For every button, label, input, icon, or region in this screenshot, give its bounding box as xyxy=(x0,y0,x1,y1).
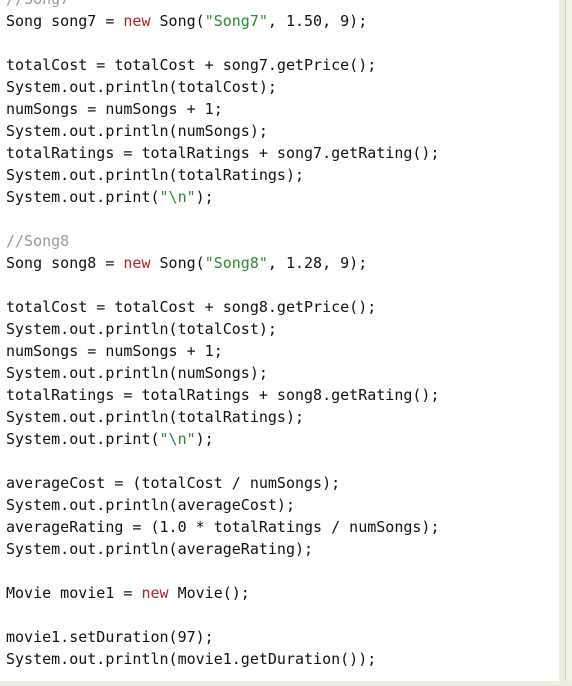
code-token: System.out.println(totalRatings); xyxy=(6,166,305,184)
code-token: System.out.print( xyxy=(6,188,160,206)
code-token: ); xyxy=(195,188,214,206)
code-token: System.out.println(totalRatings); xyxy=(6,408,305,426)
code-token: Song song7 = xyxy=(6,12,124,30)
code-line[interactable]: numSongs = numSongs + 1; xyxy=(6,340,439,362)
horizontal-scrollbar[interactable] xyxy=(0,681,572,686)
code-area[interactable]: //Song7Song song7 = new Song("Song7", 1.… xyxy=(6,0,439,670)
code-token: ); xyxy=(195,430,214,448)
code-line[interactable]: //Song7 xyxy=(6,0,439,10)
code-token: totalCost = totalCost + song8.getPrice()… xyxy=(6,298,377,316)
code-line[interactable]: numSongs = numSongs + 1; xyxy=(6,98,439,120)
code-line[interactable]: System.out.println(totalRatings); xyxy=(6,164,439,186)
comment-token: //Song8 xyxy=(6,232,70,250)
code-line[interactable]: System.out.println(numSongs); xyxy=(6,362,439,384)
code-line[interactable]: totalRatings = totalRatings + song7.getR… xyxy=(6,142,439,164)
code-line[interactable]: System.out.println(totalRatings); xyxy=(6,406,439,428)
code-line[interactable]: ​ xyxy=(6,32,439,54)
code-token: System.out.println(averageCost); xyxy=(6,496,295,514)
code-editor[interactable]: //Song7Song song7 = new Song("Song7", 1.… xyxy=(0,0,566,682)
comment-token: //Song7 xyxy=(6,0,69,8)
code-token: , 1.50, 9); xyxy=(267,12,368,30)
code-token: Song( xyxy=(150,12,205,30)
code-token: totalRatings = totalRatings + song7.getR… xyxy=(6,144,440,162)
code-line[interactable]: ​ xyxy=(6,604,439,626)
code-token: movie1.setDuration(97); xyxy=(6,628,214,646)
code-token: Movie movie1 = xyxy=(6,584,142,602)
code-line[interactable]: movie1.setDuration(97); xyxy=(6,626,439,648)
code-token: System.out.println(totalCost); xyxy=(6,78,277,96)
code-line[interactable]: System.out.println(movie1.getDuration())… xyxy=(6,648,439,670)
code-line[interactable]: Song song7 = new Song("Song7", 1.50, 9); xyxy=(6,10,439,32)
string-token: "Song8" xyxy=(204,254,268,272)
string-token: "\n" xyxy=(159,430,196,448)
code-line[interactable]: ​ xyxy=(6,208,439,230)
code-token: Song song8 = xyxy=(6,254,124,272)
code-token: Movie(); xyxy=(168,584,250,602)
code-token: System.out.print( xyxy=(6,430,160,448)
code-token: totalRatings = totalRatings + song8.getR… xyxy=(6,386,440,404)
code-token: System.out.println(numSongs); xyxy=(6,364,268,382)
code-token: System.out.println(movie1.getDuration())… xyxy=(6,650,377,668)
code-token: numSongs = numSongs + 1; xyxy=(6,100,223,118)
code-line[interactable]: System.out.println(averageRating); xyxy=(6,538,439,560)
code-line[interactable]: totalCost = totalCost + song8.getPrice()… xyxy=(6,296,439,318)
code-line[interactable]: averageRating = (1.0 * totalRatings / nu… xyxy=(6,516,439,538)
code-line[interactable]: System.out.println(totalCost); xyxy=(6,76,439,98)
code-token: numSongs = numSongs + 1; xyxy=(6,342,223,360)
code-token: , 1.28, 9); xyxy=(267,254,368,272)
code-line[interactable]: Movie movie1 = new Movie(); xyxy=(6,582,439,604)
code-token: System.out.println(numSongs); xyxy=(6,122,268,140)
string-token: "Song7" xyxy=(204,12,268,30)
code-token: totalCost = totalCost + song7.getPrice()… xyxy=(6,56,377,74)
code-line[interactable]: ​ xyxy=(6,560,439,582)
code-token: averageRating = (1.0 * totalRatings / nu… xyxy=(6,518,440,536)
code-token: Song( xyxy=(150,254,205,272)
code-line[interactable]: System.out.println(averageCost); xyxy=(6,494,439,516)
code-token: System.out.println(averageRating); xyxy=(6,540,314,558)
code-token: averageCost = (totalCost / numSongs); xyxy=(6,474,341,492)
code-line[interactable]: Song song8 = new Song("Song8", 1.28, 9); xyxy=(6,252,439,274)
code-line[interactable]: //Song8 xyxy=(6,230,439,252)
code-token: System.out.println(totalCost); xyxy=(6,320,277,338)
code-line[interactable]: ​ xyxy=(6,274,439,296)
keyword-token: new xyxy=(123,254,151,272)
code-line[interactable]: System.out.println(totalCost); xyxy=(6,318,439,340)
code-line[interactable]: averageCost = (totalCost / numSongs); xyxy=(6,472,439,494)
code-line[interactable]: totalRatings = totalRatings + song8.getR… xyxy=(6,384,439,406)
string-token: "\n" xyxy=(159,188,196,206)
code-line[interactable]: totalCost = totalCost + song7.getPrice()… xyxy=(6,54,439,76)
code-line[interactable]: System.out.print("\n"); xyxy=(6,428,439,450)
code-line[interactable]: ​ xyxy=(6,450,439,472)
code-line[interactable]: System.out.print("\n"); xyxy=(6,186,439,208)
keyword-token: new xyxy=(123,12,151,30)
keyword-token: new xyxy=(141,584,169,602)
code-line[interactable]: System.out.println(numSongs); xyxy=(6,120,439,142)
vertical-scrollbar[interactable] xyxy=(559,0,565,681)
